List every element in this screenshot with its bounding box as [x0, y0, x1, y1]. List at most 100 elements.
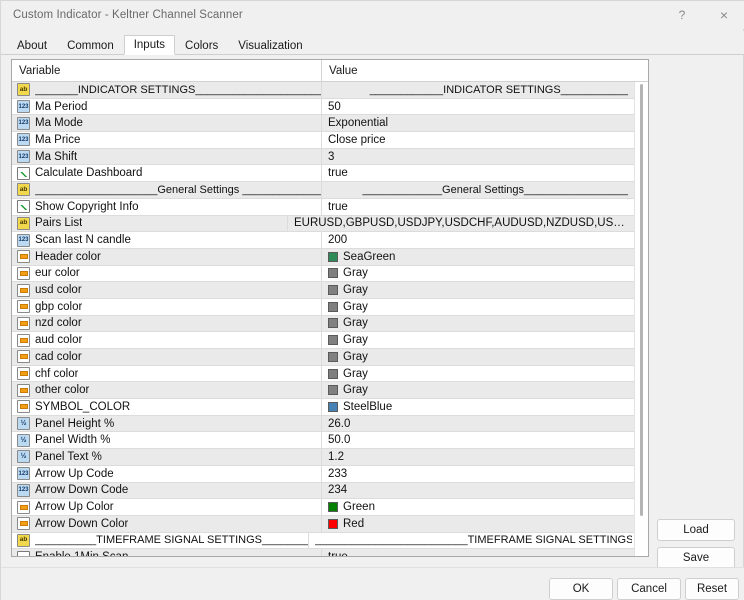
- grid-row[interactable]: Arrow Down Color Red: [12, 515, 648, 533]
- integer-type-icon: 123: [17, 483, 30, 497]
- value-cell[interactable]: 3: [322, 149, 648, 165]
- value-text: _____________General Settings___________…: [362, 183, 628, 196]
- ok-button[interactable]: OK: [549, 578, 613, 600]
- value-cell[interactable]: EURUSD,GBPUSD,USDJPY,USDCHF,AUDUSD,NZDUS…: [288, 216, 648, 232]
- grid-row[interactable]: 123 Ma Mode Exponential: [12, 115, 648, 133]
- value-cell[interactable]: Gray: [322, 349, 648, 365]
- grid-row[interactable]: nzd color Gray: [12, 315, 648, 333]
- close-icon[interactable]: ×: [703, 1, 744, 29]
- value-text: Gray: [343, 334, 368, 347]
- help-icon[interactable]: ?: [661, 1, 703, 29]
- grid-row[interactable]: ab _______INDICATOR SETTINGS_____________…: [12, 82, 648, 99]
- value-cell[interactable]: Close price: [322, 132, 648, 148]
- value-cell[interactable]: true: [322, 165, 648, 181]
- load-button[interactable]: Load: [657, 519, 735, 541]
- variable-label: cad color: [35, 350, 82, 363]
- grid-row[interactable]: other color Gray: [12, 382, 648, 400]
- value-cell[interactable]: Gray: [322, 299, 648, 315]
- integer-type-icon: 123: [17, 116, 30, 130]
- grid-row[interactable]: 123 Ma Shift 3: [12, 148, 648, 166]
- value-cell[interactable]: 26.0: [322, 416, 648, 432]
- grid-row[interactable]: 123 Arrow Down Code 234: [12, 482, 648, 500]
- variable-cell: 123 Ma Shift: [12, 148, 322, 165]
- value-cell[interactable]: ____________INDICATOR SETTINGS__________…: [322, 82, 648, 98]
- value-cell[interactable]: Red: [322, 516, 648, 532]
- value-cell[interactable]: 50.0: [322, 432, 648, 448]
- grid-row[interactable]: usd color Gray: [12, 282, 648, 299]
- tab-label: Colors: [185, 39, 219, 52]
- value-cell[interactable]: Green: [322, 499, 648, 515]
- grid-row[interactable]: SYMBOL_COLOR SteelBlue: [12, 399, 648, 416]
- value-cell[interactable]: 234: [322, 483, 648, 499]
- tab-about[interactable]: About: [7, 35, 57, 55]
- grid-row[interactable]: Arrow Up Color Green: [12, 499, 648, 516]
- grid-row[interactable]: chf color Gray: [12, 365, 648, 383]
- grid-row[interactable]: Header color SeaGreen: [12, 248, 648, 266]
- variable-label: Arrow Up Color: [35, 501, 114, 514]
- value-cell[interactable]: 233: [322, 466, 648, 482]
- properties-grid: Variable Value ab _______INDICATOR SETTIN…: [11, 59, 649, 557]
- save-button[interactable]: Save: [657, 547, 735, 569]
- cancel-button[interactable]: Cancel: [617, 578, 681, 600]
- value-cell[interactable]: Gray: [322, 332, 648, 348]
- grid-row[interactable]: ½ Panel Height % 26.0: [12, 415, 648, 433]
- grid-vertical-scrollbar[interactable]: [634, 82, 648, 556]
- grid-row[interactable]: cad color Gray: [12, 349, 648, 366]
- grid-row[interactable]: ab Pairs List EURUSD,GBPUSD,USDJPY,USDCHF,…: [12, 215, 648, 233]
- value-text: 50.0: [328, 434, 351, 447]
- variable-label: aud color: [35, 334, 83, 347]
- value-text: ____________INDICATOR SETTINGS__________…: [369, 83, 628, 96]
- color-type-icon: [17, 333, 30, 347]
- value-cell[interactable]: Gray: [322, 366, 648, 382]
- grid-row[interactable]: gbp color Gray: [12, 298, 648, 316]
- grid-row[interactable]: ab __________TIMEFRAME SIGNAL SETTINGS___…: [12, 532, 648, 550]
- variable-cell: ½ Panel Text %: [12, 449, 322, 465]
- grid-row[interactable]: aud color Gray: [12, 332, 648, 349]
- grid-row[interactable]: 123 Ma Price Close price: [12, 132, 648, 149]
- value-cell[interactable]: _________________________TIMEFRAME SIGNA…: [309, 533, 648, 549]
- integer-type-icon: 123: [17, 467, 30, 481]
- reset-button[interactable]: Reset: [685, 578, 739, 600]
- value-cell[interactable]: true: [322, 549, 648, 556]
- grid-header-row: Variable Value: [12, 60, 648, 82]
- value-cell[interactable]: true: [322, 199, 648, 215]
- double-type-icon: ½: [17, 433, 30, 447]
- grid-row[interactable]: 123 Scan last N candle 200: [12, 232, 648, 249]
- grid-scrollbar-thumb[interactable]: [640, 84, 643, 516]
- value-cell[interactable]: 50: [322, 99, 648, 115]
- value-cell[interactable]: Exponential: [322, 115, 648, 131]
- variable-cell: ab Pairs List: [12, 215, 288, 232]
- value-cell[interactable]: SeaGreen: [322, 249, 648, 265]
- grid-row[interactable]: ab ____________________General Settings _…: [12, 182, 648, 199]
- variable-cell: nzd color: [12, 315, 322, 332]
- tab-common[interactable]: Common: [57, 35, 124, 55]
- color-swatch: [328, 268, 338, 279]
- tab-colors[interactable]: Colors: [175, 35, 228, 55]
- grid-row[interactable]: Enable 1Min Scan true: [12, 549, 648, 556]
- value-cell[interactable]: Gray: [322, 266, 648, 282]
- variable-label: Header color: [35, 250, 101, 263]
- grid-row[interactable]: ½ Panel Width % 50.0: [12, 432, 648, 450]
- grid-row[interactable]: eur color Gray: [12, 265, 648, 283]
- value-cell[interactable]: _____________General Settings___________…: [322, 182, 648, 198]
- value-cell[interactable]: SteelBlue: [322, 399, 648, 415]
- grid-row[interactable]: ½ Panel Text % 1.2: [12, 449, 648, 466]
- tab-visualization[interactable]: Visualization: [228, 35, 312, 55]
- value-cell[interactable]: 1.2: [322, 449, 648, 465]
- grid-row[interactable]: 123 Arrow Up Code 233: [12, 465, 648, 483]
- value-cell[interactable]: Gray: [322, 282, 648, 298]
- grid-row[interactable]: 123 Ma Period 50: [12, 98, 648, 116]
- value-cell[interactable]: 200: [322, 232, 648, 248]
- variable-cell: ½ Panel Width %: [12, 432, 322, 449]
- grid-row[interactable]: Show Copyright Info true: [12, 198, 648, 216]
- variable-label: __________TIMEFRAME SIGNAL SETTINGS_____…: [35, 534, 308, 547]
- tab-label: Common: [67, 39, 114, 52]
- color-swatch: [328, 301, 338, 312]
- tab-label: About: [17, 39, 48, 52]
- value-cell[interactable]: Gray: [322, 382, 648, 398]
- variable-label: Panel Text %: [35, 450, 102, 463]
- value-cell[interactable]: Gray: [322, 316, 648, 332]
- grid-row[interactable]: Calculate Dashboard true: [12, 165, 648, 183]
- tab-inputs[interactable]: Inputs: [123, 35, 176, 55]
- variable-cell: Header color: [12, 248, 322, 265]
